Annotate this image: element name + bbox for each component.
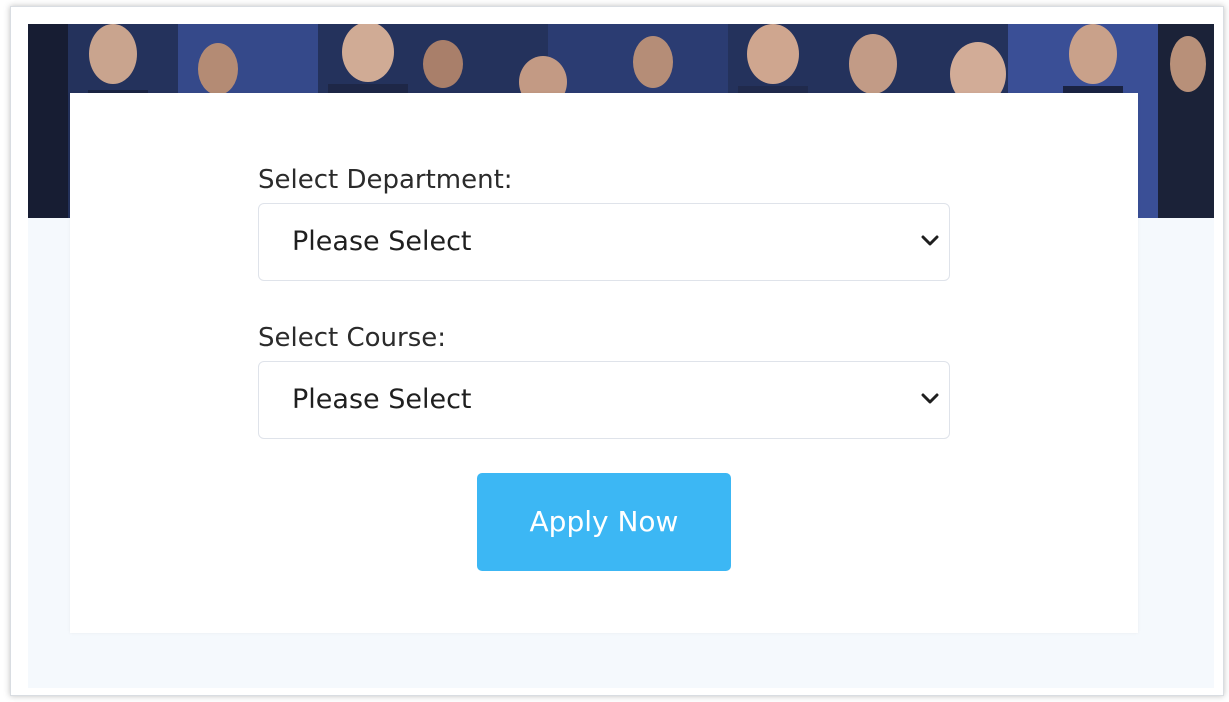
application-form-card: Select Department: Please Select Select … [70,93,1138,633]
chevron-down-icon [921,393,939,404]
department-label: Select Department: [258,165,513,195]
chevron-down-icon [921,235,939,246]
department-select[interactable]: Please Select [258,203,950,281]
department-selected-value: Please Select [292,226,472,257]
course-selected-value: Please Select [292,384,472,415]
apply-now-button[interactable]: Apply Now [477,473,731,571]
course-label: Select Course: [258,323,447,353]
course-select[interactable]: Please Select [258,361,950,439]
